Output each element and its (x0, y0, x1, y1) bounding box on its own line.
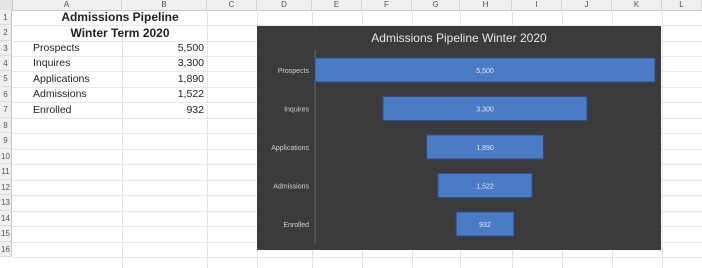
column-header-j[interactable]: J (562, 0, 612, 10)
data-label-cell[interactable]: Enrolled (33, 102, 121, 118)
row-header-9[interactable]: 9 (0, 133, 12, 149)
gridline-column (207, 10, 208, 268)
row-header-6[interactable]: 6 (0, 87, 12, 102)
row-header-15[interactable]: 15 (0, 226, 12, 242)
chart-title: Admissions Pipeline Winter 2020 (371, 31, 547, 45)
column-header-d[interactable]: D (257, 0, 312, 10)
data-label-cell[interactable]: Applications (33, 71, 121, 87)
column-header-a[interactable]: A (12, 0, 122, 10)
category-tick-label: Applications (271, 145, 309, 152)
row-header-5[interactable]: 5 (0, 71, 12, 87)
gridline-column (662, 10, 663, 268)
column-header-f[interactable]: F (362, 0, 412, 10)
bar-data-label: 5,500 (476, 68, 494, 75)
data-value-cell[interactable]: 3,300 (122, 56, 204, 71)
row-header-11[interactable]: 11 (0, 164, 12, 180)
row-header-3[interactable]: 3 (0, 41, 12, 56)
data-value-cell[interactable]: 1,522 (122, 87, 204, 102)
title-cell-a2[interactable]: Winter Term 2020 (33, 25, 207, 41)
row-header-8[interactable]: 8 (0, 118, 12, 133)
row-header-1[interactable]: 1 (0, 10, 12, 25)
row-header-10[interactable]: 10 (0, 149, 12, 164)
column-header-e[interactable]: E (312, 0, 362, 10)
bar-data-label: 3,300 (476, 107, 494, 114)
column-header-h[interactable]: H (460, 0, 512, 10)
data-label-cell[interactable]: Prospects (33, 41, 121, 56)
category-tick-label: Enrolled (283, 222, 309, 229)
row-header-13[interactable]: 13 (0, 195, 12, 211)
data-value-cell[interactable]: 1,890 (122, 71, 204, 87)
column-header-i[interactable]: I (512, 0, 562, 10)
category-tick-label: Inquires (284, 107, 309, 114)
chart-svg: Admissions Pipeline Winter 2020 5,500 Pros… (271, 31, 656, 244)
category-tick-label: Admissions (273, 184, 309, 191)
column-header-b[interactable]: B (122, 0, 207, 10)
row-header-16[interactable]: 16 (0, 242, 12, 257)
data-label-cell[interactable]: Inquires (33, 56, 121, 71)
bar-data-label: 1,522 (476, 184, 494, 191)
column-header-l[interactable]: L (662, 0, 702, 10)
funnel-chart[interactable]: Admissions Pipeline Winter 2020 5,500 Pros… (257, 26, 661, 250)
row-header-7[interactable]: 7 (0, 102, 12, 118)
column-header-g[interactable]: G (412, 0, 460, 10)
bar-data-label: 1,890 (476, 145, 494, 152)
row-header-12[interactable]: 12 (0, 180, 12, 195)
title-cell-a1[interactable]: Admissions Pipeline (33, 10, 207, 25)
data-value-cell[interactable]: 932 (122, 102, 204, 118)
data-value-cell[interactable]: 5,500 (122, 41, 204, 56)
gridline-row (12, 257, 702, 258)
row-header-2[interactable]: 2 (0, 25, 12, 41)
data-label-cell[interactable]: Admissions (33, 87, 121, 102)
category-tick-label: Prospects (278, 68, 310, 75)
bar-data-label: 932 (479, 222, 491, 229)
column-header-k[interactable]: K (612, 0, 662, 10)
row-header-4[interactable]: 4 (0, 56, 12, 71)
column-header-c[interactable]: C (207, 0, 257, 10)
row-header-14[interactable]: 14 (0, 211, 12, 226)
